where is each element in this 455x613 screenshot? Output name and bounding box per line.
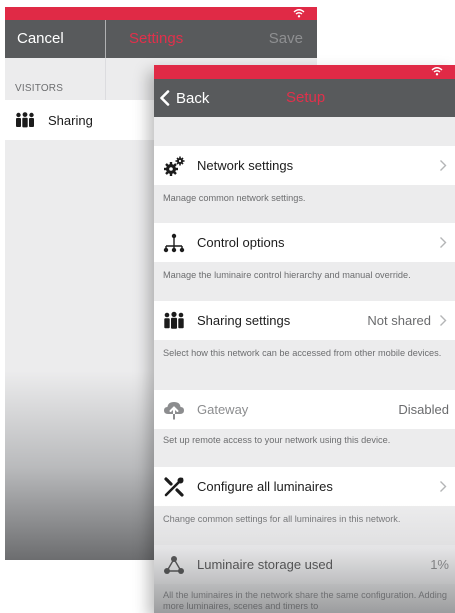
row-label: Network settings [197, 158, 294, 173]
row-label: Sharing settings [197, 313, 291, 328]
hierarchy-icon [163, 233, 185, 253]
network-settings-row[interactable]: Network settings [154, 146, 455, 185]
gears-icon [164, 156, 185, 176]
people-icon [164, 311, 184, 329]
save-button[interactable]: Save [269, 30, 303, 47]
setup-navbar: Back Setup [154, 79, 455, 117]
row-description: Change common settings for all luminaire… [163, 514, 401, 524]
row-description: Manage the luminaire control hierarchy a… [163, 270, 411, 280]
settings-navbar: Cancel Settings Save [5, 20, 317, 58]
page-title: Setup [286, 89, 326, 106]
back-button[interactable]: Back [158, 87, 209, 109]
row-label: Luminaire storage used [197, 557, 333, 572]
row-description: Select how this network can be accessed … [163, 348, 442, 358]
configure-all-luminaires-row[interactable]: Configure all luminaires [154, 467, 455, 506]
row-description: Manage common network settings. [163, 193, 306, 203]
luminaire-storage-row: Luminaire storage used 1% [154, 545, 455, 584]
status-bar [154, 65, 455, 79]
people-icon [16, 112, 34, 128]
nodes-icon [164, 556, 184, 574]
page-title: Settings [129, 30, 184, 47]
chevron-left-icon [160, 90, 170, 106]
sharing-status-value: Not shared [367, 313, 431, 328]
row-label: Configure all luminaires [197, 479, 333, 494]
chevron-right-icon [440, 237, 447, 248]
wifi-icon [293, 9, 305, 18]
storage-percent-value: 1% [430, 557, 449, 572]
row-label: Gateway [197, 402, 249, 417]
cloud-upload-icon [164, 402, 184, 420]
chevron-right-icon [440, 315, 447, 326]
cancel-button[interactable]: Cancel [17, 30, 64, 47]
section-header-visitors: VISITORS [15, 83, 64, 94]
gateway-row[interactable]: Gateway Disabled [154, 390, 455, 429]
setup-screen: Back Setup Network settings Manage commo… [154, 65, 455, 613]
sidebar-item-label: Sharing [48, 113, 93, 128]
row-label: Control options [197, 235, 285, 250]
chevron-right-icon [440, 481, 447, 492]
tools-icon [164, 477, 184, 497]
gateway-status-value: Disabled [398, 402, 449, 417]
back-button-label: Back [176, 89, 210, 107]
sharing-settings-row[interactable]: Sharing settings Not shared [154, 301, 455, 340]
control-options-row[interactable]: Control options [154, 223, 455, 262]
status-bar [5, 7, 317, 20]
chevron-right-icon [440, 160, 447, 171]
row-description: Set up remote access to your network usi… [163, 435, 391, 445]
wifi-icon [431, 67, 443, 76]
row-description: All the luminaires in the network share … [163, 590, 447, 611]
